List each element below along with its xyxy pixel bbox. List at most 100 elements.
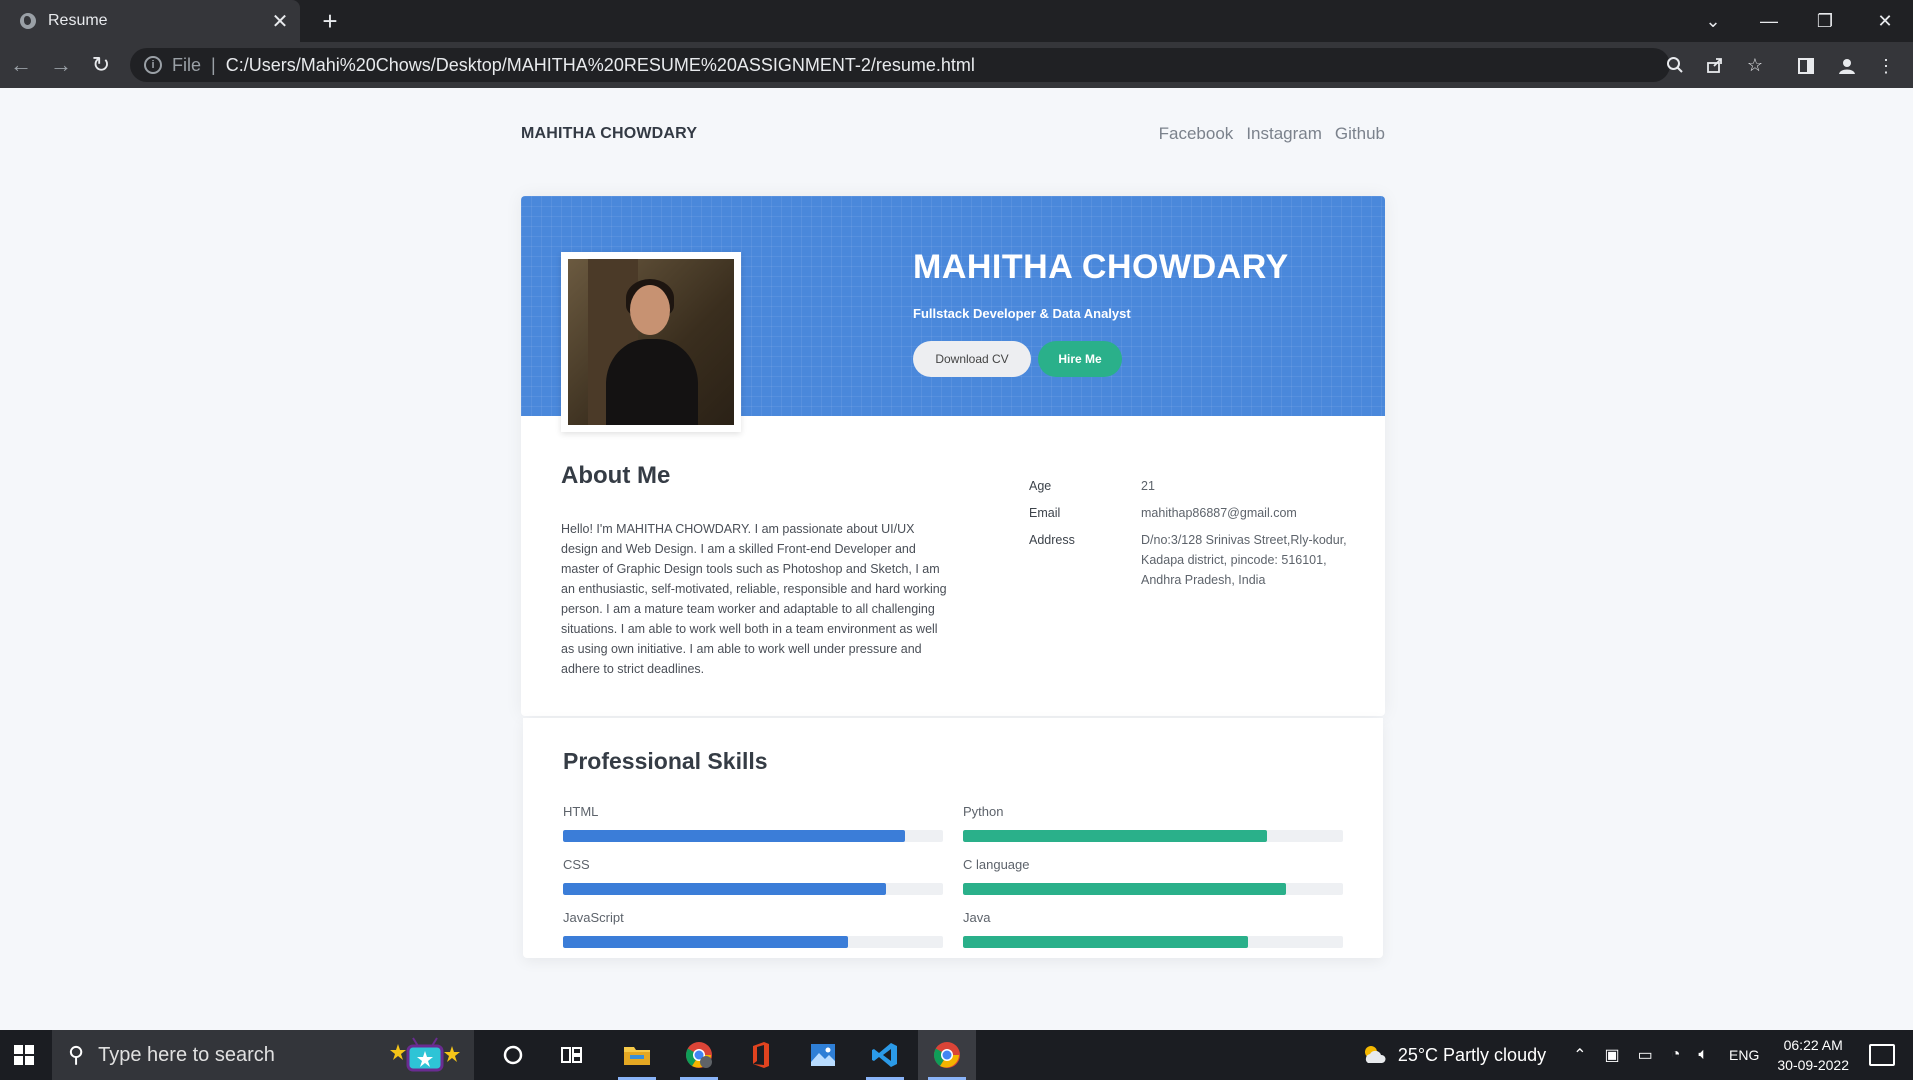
skill-html: HTML: [563, 804, 943, 842]
globe-icon: [20, 13, 36, 29]
chrome-icon[interactable]: [918, 1030, 976, 1080]
browser-tab[interactable]: Resume ✕: [0, 0, 300, 42]
close-window-button[interactable]: ✕: [1857, 0, 1913, 42]
vscode-icon[interactable]: [856, 1030, 914, 1080]
info-row-age: Age 21: [1029, 476, 1349, 496]
language-indicator[interactable]: ENG: [1729, 1047, 1759, 1063]
skill-label: HTML: [563, 804, 599, 819]
info-value: mahithap86887@gmail.com: [1141, 506, 1297, 520]
new-tab-button[interactable]: +: [315, 6, 345, 36]
clock[interactable]: 06:22 AM 30-09-2022: [1777, 1035, 1849, 1075]
cortana-icon[interactable]: [484, 1030, 542, 1080]
info-value: D/no:3/128 Srinivas Street,Rly-kodur, Ka…: [1141, 533, 1347, 587]
browser-tab-strip: Resume ✕ + ⌄ — ❐ ✕: [0, 0, 1913, 42]
resume-card: MAHITHA CHOWDARY Fullstack Developer & D…: [521, 196, 1385, 716]
weather-text[interactable]: 25°C Partly cloudy: [1398, 1045, 1546, 1066]
photos-icon[interactable]: [794, 1030, 852, 1080]
office-icon[interactable]: [732, 1030, 790, 1080]
clock-date: 30-09-2022: [1777, 1057, 1849, 1073]
url-text[interactable]: C:/Users/Mahi%20Chows/Desktop/MAHITHA%20…: [226, 55, 975, 76]
address-bar[interactable]: i File | C:/Users/Mahi%20Chows/Desktop/M…: [130, 48, 1670, 82]
hero-name: MAHITHA CHOWDARY: [913, 248, 1289, 286]
search-placeholder: Type here to search: [98, 1043, 275, 1066]
profile-icon[interactable]: [1833, 52, 1861, 80]
hire-me-button[interactable]: Hire Me: [1038, 341, 1122, 377]
windows-taskbar: ⚲ Type here to search 25°C Partly cloudy…: [0, 1030, 1913, 1080]
windows-logo-icon: [14, 1045, 34, 1065]
search-icon: ⚲: [68, 1042, 85, 1067]
meet-now-icon[interactable]: ▣: [1605, 1045, 1620, 1065]
zoom-icon[interactable]: [1662, 52, 1688, 78]
skill-track: [963, 830, 1343, 842]
info-row-address: Address D/no:3/128 Srinivas Street,Rly-k…: [1029, 530, 1349, 590]
task-view-icon[interactable]: [543, 1030, 601, 1080]
reload-icon[interactable]: ↻: [86, 50, 116, 80]
info-key: Email: [1029, 506, 1061, 520]
skill-track: [563, 883, 943, 895]
download-cv-button[interactable]: Download CV: [913, 341, 1031, 377]
volume-icon[interactable]: 🔈︎: [1698, 1046, 1708, 1064]
tab-title: Resume: [48, 12, 108, 29]
system-tray: 25°C Partly cloudy ⌃ ▣ ▭ ◔ 🔈︎ ENG 06:22 …: [1360, 1030, 1913, 1080]
partly-cloudy-icon[interactable]: [1360, 1043, 1388, 1067]
github-link[interactable]: Github: [1335, 124, 1385, 144]
skills-section: Professional Skills HTML Python CSS C la…: [523, 718, 1383, 958]
skill-bar: [563, 830, 905, 842]
url-separator: |: [211, 54, 216, 75]
skill-label: CSS: [563, 857, 590, 872]
skill-bar: [563, 883, 886, 895]
facebook-link[interactable]: Facebook: [1159, 124, 1234, 144]
page-viewport: MAHITHA CHOWDARY Facebook Instagram Gith…: [0, 88, 1913, 1030]
info-icon[interactable]: i: [144, 56, 162, 74]
skill-track: [963, 936, 1343, 948]
browser-toolbar: ← → ↻ i File | C:/Users/Mahi%20Chows/Des…: [0, 42, 1913, 88]
profile-photo: [568, 259, 734, 425]
taskbar-search-box[interactable]: ⚲ Type here to search: [52, 1030, 474, 1080]
skill-bar: [963, 883, 1286, 895]
chrome-profile-icon[interactable]: [670, 1030, 728, 1080]
about-title: About Me: [561, 462, 671, 489]
info-row-email: Email mahithap86887@gmail.com: [1029, 503, 1349, 523]
restore-button[interactable]: ❐: [1797, 0, 1853, 42]
skill-label: JavaScript: [563, 910, 624, 925]
side-panel-icon[interactable]: [1792, 52, 1820, 80]
tab-search-icon[interactable]: ⌄: [1685, 0, 1741, 42]
tab-close-icon[interactable]: ✕: [260, 9, 300, 34]
skill-css: CSS: [563, 857, 943, 895]
back-arrow-icon[interactable]: ←: [6, 50, 36, 80]
hero-role: Fullstack Developer & Data Analyst: [913, 306, 1131, 321]
skill-label: Python: [963, 804, 1004, 819]
skill-label: Java: [963, 910, 991, 925]
skill-java: Java: [963, 910, 1343, 948]
skill-c-language: C language: [963, 857, 1343, 895]
skill-bar: [963, 936, 1248, 948]
skill-bar: [963, 830, 1267, 842]
info-key: Address: [1029, 533, 1075, 547]
bookmark-star-icon[interactable]: ☆: [1742, 52, 1768, 78]
url-scheme: File: [172, 54, 202, 75]
skill-bar: [563, 936, 848, 948]
skill-track: [963, 883, 1343, 895]
site-header: MAHITHA CHOWDARY Facebook Instagram Gith…: [521, 122, 1385, 152]
file-explorer-icon[interactable]: [608, 1030, 666, 1080]
skill-javascript: JavaScript: [563, 910, 943, 948]
wifi-icon[interactable]: ◔: [1671, 1046, 1681, 1064]
instagram-link[interactable]: Instagram: [1246, 124, 1322, 144]
notification-icon[interactable]: [1869, 1044, 1895, 1066]
minimize-button[interactable]: —: [1741, 0, 1797, 42]
skills-title: Professional Skills: [563, 748, 768, 774]
share-icon[interactable]: [1702, 52, 1728, 78]
clock-time: 06:22 AM: [1783, 1037, 1843, 1053]
more-menu-icon[interactable]: ⋮: [1872, 52, 1900, 80]
site-brand[interactable]: MAHITHA CHOWDARY: [521, 125, 697, 143]
info-key: Age: [1029, 479, 1052, 493]
search-highlight-icon: [390, 1037, 460, 1072]
forward-arrow-icon[interactable]: →: [46, 50, 76, 80]
chevron-up-icon[interactable]: ⌃: [1573, 1045, 1586, 1065]
start-button[interactable]: [0, 1030, 48, 1080]
skill-label: C language: [963, 857, 1030, 872]
info-value: 21: [1141, 479, 1155, 493]
skill-python: Python: [963, 804, 1343, 842]
battery-icon[interactable]: ▭: [1638, 1045, 1653, 1065]
social-links: Facebook Instagram Github: [1159, 124, 1385, 144]
